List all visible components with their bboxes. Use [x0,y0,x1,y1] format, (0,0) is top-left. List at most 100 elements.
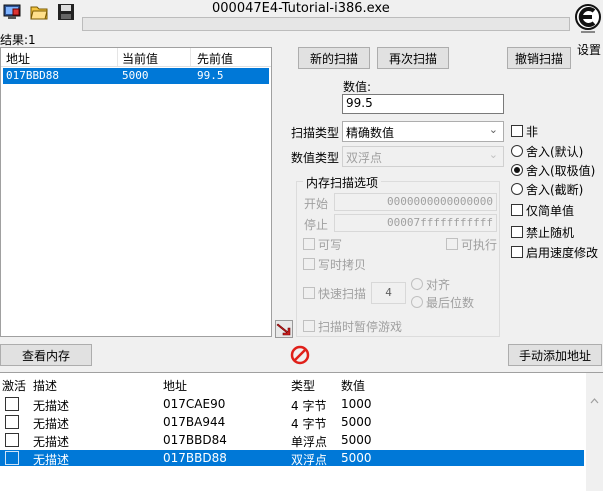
undo-scan-button[interactable]: 撤销扫描 [507,47,571,69]
folder-open-icon[interactable] [30,3,48,21]
scan-results-list[interactable]: 地址 当前值 先前值 017BBD88 5000 99.5 [0,47,272,337]
row-value: 5000 [341,433,372,447]
col-previous-value[interactable]: 先前值 [197,50,233,67]
found-count-label: 结果:1 [0,33,36,47]
result-address: 017BBD88 [6,69,59,82]
copy-on-write-checkbox[interactable] [303,258,315,270]
memory-scan-options-title: 内存扫描选项 [303,174,382,191]
scan-progress-bar [82,17,570,31]
floppy-disk-icon[interactable] [57,3,75,21]
rounding-default-radio[interactable] [511,145,523,157]
cheat-table-scrollbar[interactable] [586,373,603,491]
col-value[interactable]: 数值 [341,377,365,394]
simple-values-label: 仅简单值 [526,204,575,218]
result-previous: 99.5 [197,69,224,82]
start-address-input[interactable]: 0000000000000000 [334,193,497,211]
executable-label: 可执行 [461,238,498,252]
row-value: 1000 [341,397,372,411]
no-random-checkbox[interactable] [511,226,523,238]
pause-game-label: 扫描时暂停游戏 [318,320,403,334]
col-address[interactable]: 地址 [163,377,187,394]
col-type[interactable]: 类型 [291,377,315,394]
table-row[interactable]: 无描述 017BBD84 单浮点 5000 [0,432,584,449]
simple-values-checkbox[interactable] [511,204,523,216]
fast-scan-label: 快速扫描 [318,287,367,301]
fast-scan-checkbox[interactable] [303,287,315,299]
not-checkbox[interactable] [511,125,523,137]
col-description[interactable]: 描述 [33,377,57,394]
table-row[interactable]: 无描述 017CAE90 4 字节 1000 [0,396,584,413]
row-address: 017BBD84 [163,433,227,447]
active-checkbox[interactable] [5,415,19,429]
row-description: 无描述 [33,453,70,467]
value-type-label: 数值类型 [291,151,340,165]
add-address-manually-button[interactable]: 手动添加地址 [508,344,602,366]
active-checkbox[interactable] [5,433,19,447]
cheat-table[interactable]: 激活 描述 地址 类型 数值 无描述 017CAE90 4 字节 1000 无描… [0,372,603,491]
copy-on-write-label: 写时拷贝 [318,258,367,272]
row-type: 4 字节 [291,399,327,413]
results-header: 地址 当前值 先前值 [1,48,271,67]
row-value: 5000 [341,415,372,429]
col-address[interactable]: 地址 [6,50,30,67]
row-address: 017BA944 [163,415,226,429]
row-address: 017BBD88 [163,451,227,465]
stop-address-input[interactable]: 00007fffffffffff [334,214,497,232]
scan-type-value: 精确数值 [346,126,395,140]
add-to-list-arrow-icon[interactable] [275,320,293,338]
chevron-down-icon: ⌄ [488,123,498,136]
no-random-label: 禁止随机 [526,226,575,240]
col-active[interactable]: 激活 [2,377,26,394]
rounding-extreme-label: 舍入(取极值) [526,164,596,178]
align-radio[interactable] [411,278,423,290]
view-memory-button[interactable]: 查看内存 [0,344,92,366]
rounding-truncate-label: 舍入(截断) [526,183,584,197]
settings-link[interactable]: 设置 [577,41,601,58]
speedhack-checkbox[interactable] [511,246,523,258]
align-label: 对齐 [426,278,451,292]
row-address: 017CAE90 [163,397,226,411]
value-type-select[interactable]: 双浮点 ⌄ [342,146,504,167]
row-description: 无描述 [33,399,70,413]
writable-label: 可写 [318,238,343,252]
value-input[interactable]: 99.5 [342,94,504,114]
fast-scan-input[interactable]: 4 [371,282,406,304]
scroll-up-icon[interactable] [586,393,603,410]
scan-type-select[interactable]: 精确数值 ⌄ [342,121,504,142]
stop-label: 停止 [304,218,329,232]
stop-icon[interactable] [290,345,310,365]
row-value: 5000 [341,451,372,465]
result-row[interactable]: 017BBD88 5000 99.5 [3,68,269,84]
row-type: 4 字节 [291,417,327,431]
rounding-extreme-radio[interactable] [511,164,523,176]
not-label: 非 [526,125,539,139]
pause-game-checkbox[interactable] [303,320,315,332]
executable-checkbox[interactable] [446,238,458,250]
monitor-icon[interactable] [3,3,21,21]
active-checkbox[interactable] [5,397,19,411]
window-title: 000047E4-Tutorial-i386.exe [212,1,390,16]
chevron-down-icon: ⌄ [488,148,498,161]
row-type: 双浮点 [291,453,328,467]
next-scan-button[interactable]: 再次扫描 [377,47,449,69]
rounding-truncate-radio[interactable] [511,183,523,195]
cheat-engine-logo-icon[interactable] [575,2,601,36]
active-checkbox[interactable] [5,451,19,465]
writable-checkbox[interactable] [303,238,315,250]
table-row[interactable]: 无描述 017BA944 4 字节 5000 [0,414,584,431]
last-digits-label: 最后位数 [426,296,475,310]
speedhack-label: 启用速度修改 [526,246,599,260]
result-current: 5000 [122,69,149,82]
table-row-selected[interactable]: 无描述 017BBD88 双浮点 5000 [0,450,584,467]
rounding-default-label: 舍入(默认) [526,145,584,159]
new-scan-button[interactable]: 新的扫描 [298,47,370,69]
scan-type-label: 扫描类型 [291,126,340,140]
row-description: 无描述 [33,435,70,449]
row-description: 无描述 [33,417,70,431]
last-digits-radio[interactable] [411,296,423,308]
value-type-value: 双浮点 [346,151,383,165]
row-type: 单浮点 [291,435,328,449]
value-label: 数值: [343,80,372,94]
start-label: 开始 [304,197,329,211]
col-current-value[interactable]: 当前值 [122,50,158,67]
